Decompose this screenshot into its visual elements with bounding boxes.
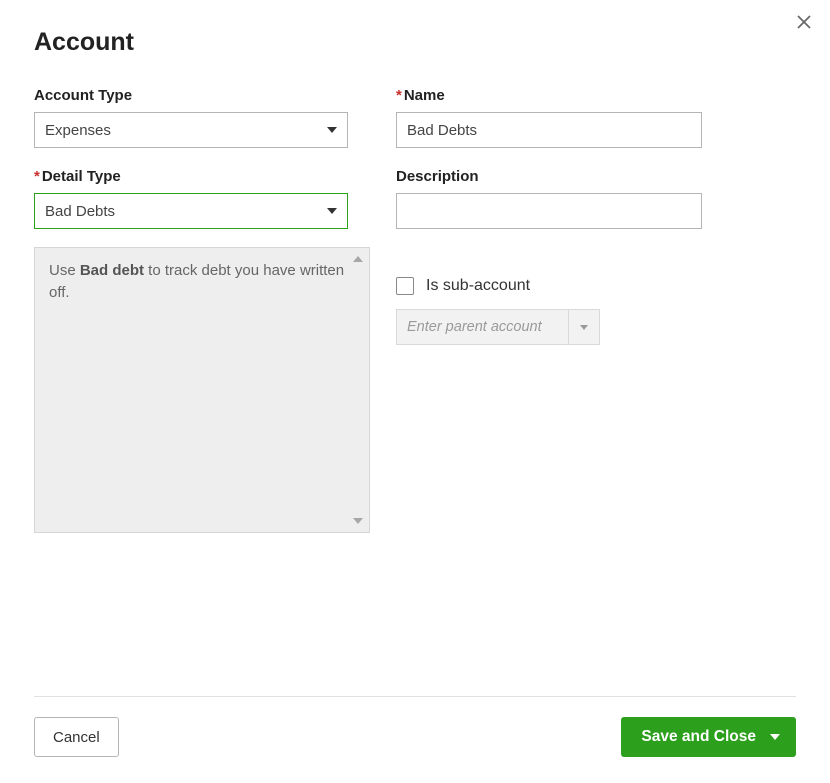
description-field: Description: [396, 168, 702, 229]
account-type-select[interactable]: Expenses: [34, 112, 348, 148]
dialog-footer: Cancel Save and Close: [34, 717, 796, 757]
parent-account-dropdown-button[interactable]: [569, 310, 599, 344]
caret-down-icon: [580, 325, 588, 330]
name-input[interactable]: [396, 112, 702, 148]
parent-account-placeholder: Enter parent account: [397, 310, 569, 344]
detail-type-select[interactable]: Bad Debts: [34, 193, 348, 229]
account-dialog: Account Account Type Expenses *Detail Ty…: [0, 0, 830, 783]
account-type-field: Account Type Expenses: [34, 87, 348, 148]
name-label: *Name: [396, 87, 702, 104]
description-input[interactable]: [396, 193, 702, 229]
close-icon[interactable]: [792, 10, 816, 34]
detail-type-field: *Detail Type Bad Debts: [34, 168, 348, 229]
required-star-icon: *: [396, 87, 402, 104]
sub-account-row: Is sub-account: [396, 277, 702, 295]
detail-type-info-panel: Use Bad debt to track debt you have writ…: [34, 247, 370, 533]
required-star-icon: *: [34, 168, 40, 185]
caret-down-icon: [770, 734, 780, 740]
right-column: *Name Description Is sub-account Enter p…: [396, 87, 702, 533]
sub-account-label: Is sub-account: [426, 277, 530, 295]
detail-type-value: Bad Debts: [45, 203, 115, 220]
left-column: Account Type Expenses *Detail Type Bad D…: [34, 87, 348, 533]
scroll-down-icon[interactable]: [353, 518, 363, 524]
info-text: Use Bad debt to track debt you have writ…: [49, 262, 344, 301]
sub-account-checkbox[interactable]: [396, 277, 414, 295]
account-type-label: Account Type: [34, 87, 348, 104]
dialog-title: Account: [34, 28, 796, 57]
footer-divider: [34, 696, 796, 697]
caret-down-icon: [327, 208, 337, 214]
caret-down-icon: [327, 127, 337, 133]
description-label: Description: [396, 168, 702, 185]
cancel-button[interactable]: Cancel: [34, 717, 119, 757]
parent-account-combo[interactable]: Enter parent account: [396, 309, 600, 345]
detail-type-label: *Detail Type: [34, 168, 348, 185]
name-field: *Name: [396, 87, 702, 148]
form-columns: Account Type Expenses *Detail Type Bad D…: [34, 87, 796, 533]
account-type-value: Expenses: [45, 122, 111, 139]
save-and-close-button[interactable]: Save and Close: [621, 717, 796, 757]
scroll-up-icon[interactable]: [353, 256, 363, 262]
